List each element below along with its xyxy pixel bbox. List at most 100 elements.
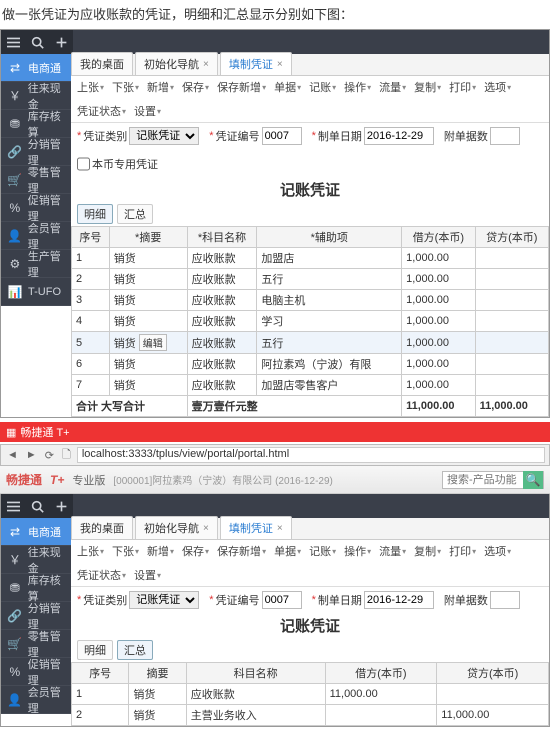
menu-icon[interactable] — [1, 494, 25, 518]
tab[interactable]: 我的桌面 — [71, 52, 133, 75]
close-icon[interactable]: × — [203, 59, 209, 70]
toolbar-button[interactable]: 流量 ▾ — [379, 543, 406, 559]
toolbar-button[interactable]: 选项 ▾ — [484, 543, 511, 559]
org-info: [000001]阿拉素鸡（宁波）有限公司 (2016-12-29) — [113, 472, 434, 487]
tab[interactable]: 我的桌面 — [71, 516, 133, 539]
toolbar-button[interactable]: 打印 ▾ — [449, 79, 476, 95]
table-row[interactable]: 6销货应收账款阿拉素鸡（宁波）有限1,000.00 — [72, 354, 549, 375]
search-button[interactable]: 🔍 — [523, 471, 543, 489]
toolbar-button[interactable]: 新增 ▾ — [147, 543, 174, 559]
close-icon[interactable]: × — [277, 59, 283, 70]
toolbar-button[interactable]: 单据 ▾ — [274, 543, 301, 559]
toolbar-button[interactable]: 复制 ▾ — [414, 543, 441, 559]
toolbar-button[interactable]: 设置 ▾ — [134, 103, 161, 119]
sidebar-item[interactable]: %促销管理 — [1, 658, 71, 686]
search-input[interactable] — [443, 474, 523, 486]
toolbar-button[interactable]: 保存新增 ▾ — [217, 543, 266, 559]
page-intro: 做一张凭证为应收账款的凭证，明细和汇总显示分别如下图： — [0, 0, 550, 29]
table-row[interactable]: 5销货 编辑应收账款五行1,000.00 — [72, 332, 549, 354]
sidebar-item[interactable]: 👤会员管理 — [1, 686, 71, 714]
sidebar-item[interactable]: ￥往来现金 — [1, 546, 71, 574]
menu-icon[interactable] — [1, 30, 25, 54]
sidebar-item[interactable]: ￥往来现金 — [1, 82, 71, 110]
view-tab[interactable]: 明细 — [77, 204, 113, 224]
tab[interactable]: 填制凭证× — [220, 516, 292, 539]
toolbar-button[interactable]: 上张 ▾ — [77, 543, 104, 559]
sidebar-item[interactable]: 🔗分销管理 — [1, 602, 71, 630]
address-field[interactable]: localhost:3333/tplus/view/portal/portal.… — [77, 447, 545, 463]
view-tab[interactable]: 明细 — [77, 640, 113, 660]
toolbar-button[interactable]: 操作 ▾ — [344, 79, 371, 95]
table-row[interactable]: 7销货应收账款加盟店零售客户1,000.00 — [72, 375, 549, 396]
sidebar-item[interactable]: 🛒零售管理 — [1, 166, 71, 194]
sidebar-item[interactable]: 👤会员管理 — [1, 222, 71, 250]
toolbar-button[interactable]: 流量 ▾ — [379, 79, 406, 95]
tab[interactable]: 初始化导航× — [135, 516, 218, 539]
nav-fwd-icon[interactable]: ► — [24, 449, 39, 461]
table-row[interactable]: 4销货应收账款学习1,000.00 — [72, 311, 549, 332]
nav-back-icon[interactable]: ◄ — [5, 449, 20, 461]
voucher-date-input[interactable] — [364, 591, 434, 609]
toolbar-button[interactable]: 记账 ▾ — [309, 543, 336, 559]
toolbar-button[interactable]: 选项 ▾ — [484, 79, 511, 95]
toolbar-button[interactable]: 复制 ▾ — [414, 79, 441, 95]
voucher-date-input[interactable] — [364, 127, 434, 145]
toolbar-button[interactable]: 保存 ▾ — [182, 79, 209, 95]
toolbar-button[interactable]: 上张 ▾ — [77, 79, 104, 95]
tab[interactable]: 初始化导航× — [135, 52, 218, 75]
attachment-input[interactable] — [490, 591, 520, 609]
toolbar-button[interactable]: 下张 ▾ — [112, 79, 139, 95]
local-currency-checkbox[interactable] — [77, 155, 90, 173]
toolbar-button[interactable]: 打印 ▾ — [449, 543, 476, 559]
chevron-down-icon: ▾ — [402, 547, 406, 556]
toolbar-button[interactable]: 记账 ▾ — [309, 79, 336, 95]
view-tab[interactable]: 汇总 — [117, 640, 153, 660]
row-edit-button[interactable]: 编辑 — [139, 334, 167, 351]
content: 我的桌面初始化导航×填制凭证× 上张 ▾ 下张 ▾ 新增 ▾ 保存 ▾ 保存新增 ▾ 单据… — [71, 518, 549, 726]
sidebar-item[interactable]: ⇄ 电商通 — [1, 518, 71, 546]
toolbar-button[interactable]: 单据 ▾ — [274, 79, 301, 95]
voucher-type-select[interactable]: 记账凭证 — [129, 591, 199, 609]
tab[interactable]: 填制凭证× — [220, 52, 292, 75]
toolbar-button[interactable]: 新增 ▾ — [147, 79, 174, 95]
toolbar-button[interactable]: 凭证状态 ▾ — [77, 567, 126, 583]
table-row[interactable]: 2销货主营业务收入11,000.00 — [72, 705, 549, 726]
sidebar-label: 电商通 — [28, 524, 61, 540]
search-icon[interactable] — [25, 30, 49, 54]
table-row[interactable]: 3销货应收账款电脑主机1,000.00 — [72, 290, 549, 311]
reload-icon[interactable]: ⟳ — [43, 449, 56, 462]
table-row[interactable]: 2销货应收账款五行1,000.00 — [72, 269, 549, 290]
table-row[interactable]: 1销货应收账款加盟店1,000.00 — [72, 248, 549, 269]
sidebar-item[interactable]: ⛃库存核算 — [1, 110, 71, 138]
col-header: 贷方(本币) — [475, 227, 548, 248]
voucher-no-input[interactable] — [262, 127, 302, 145]
toolbar-button[interactable]: 下张 ▾ — [112, 543, 139, 559]
chevron-down-icon: ▾ — [437, 547, 441, 556]
sidebar-icon: ⚙ — [7, 257, 23, 271]
sidebar-item[interactable]: 🛒零售管理 — [1, 630, 71, 658]
toolbar-button[interactable]: 保存 ▾ — [182, 543, 209, 559]
toolbar-button[interactable]: 操作 ▾ — [344, 543, 371, 559]
plus-icon[interactable] — [49, 30, 73, 54]
toolbar-button[interactable]: 保存新增 ▾ — [217, 79, 266, 95]
search-icon[interactable] — [25, 494, 49, 518]
voucher-type-select[interactable]: 记账凭证 — [129, 127, 199, 145]
toolbar-button[interactable]: 设置 ▾ — [134, 567, 161, 583]
toolbar-button[interactable]: 凭证状态 ▾ — [77, 103, 126, 119]
plus-icon[interactable] — [49, 494, 73, 518]
table-row[interactable]: 1销货应收账款11,000.00 — [72, 684, 549, 705]
sidebar-item[interactable]: 📊T-UFO — [1, 278, 71, 306]
sidebar-item[interactable]: ⛃库存核算 — [1, 574, 71, 602]
sidebar-item[interactable]: %促销管理 — [1, 194, 71, 222]
attachment-input[interactable] — [490, 127, 520, 145]
col-header: 摘要 — [129, 663, 186, 684]
voucher-no-input[interactable] — [262, 591, 302, 609]
view-tab[interactable]: 汇总 — [117, 204, 153, 224]
sidebar-item[interactable]: ⇄电商通 — [1, 54, 71, 82]
sidebar-item[interactable]: ⚙生产管理 — [1, 250, 71, 278]
close-icon[interactable]: × — [203, 523, 209, 534]
voucher-no-field: *凭证编号 — [209, 591, 301, 609]
sidebar-item[interactable]: 🔗分销管理 — [1, 138, 71, 166]
close-icon[interactable]: × — [277, 523, 283, 534]
sidebar-icon: ⇄ — [7, 525, 23, 539]
